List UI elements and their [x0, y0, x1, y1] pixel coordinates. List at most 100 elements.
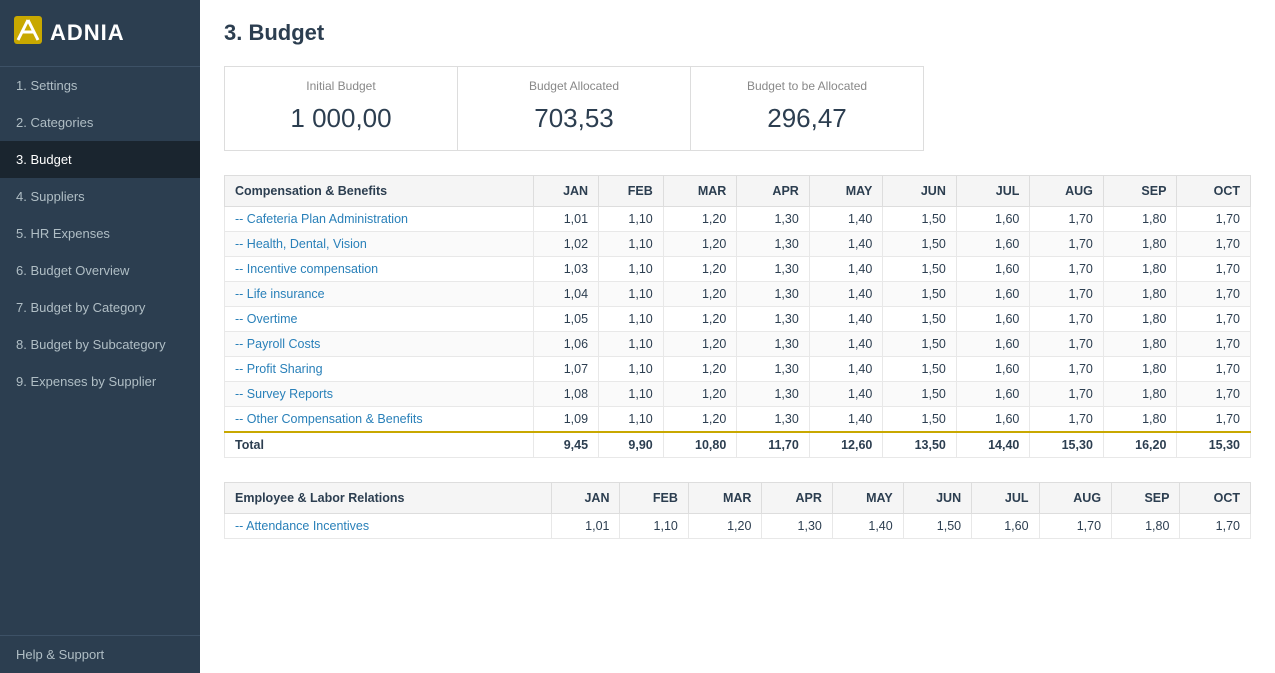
row-value: 1,70 — [1177, 282, 1251, 307]
sidebar-item-settings[interactable]: 1. Settings — [0, 67, 200, 104]
row-label: -- Attendance Incentives — [225, 514, 552, 539]
budget-summary: Initial Budget 1 000,00 Budget Allocated… — [224, 66, 924, 151]
row-value: 1,30 — [737, 207, 810, 232]
row-value: 1,80 — [1103, 407, 1177, 433]
row-value: 1,40 — [809, 307, 883, 332]
row-value: 1,40 — [809, 257, 883, 282]
col-category-2: Employee & Labor Relations — [225, 483, 552, 514]
sidebar-item-categories[interactable]: 2. Categories — [0, 104, 200, 141]
row-value: 1,50 — [903, 514, 971, 539]
row-value: 1,05 — [534, 307, 599, 332]
row-value: 1,70 — [1177, 207, 1251, 232]
row-value: 1,70 — [1030, 407, 1104, 433]
col-jun-2: JUN — [903, 483, 971, 514]
sidebar-item-hr-expenses[interactable]: 5. HR Expenses — [0, 215, 200, 252]
row-value: 1,70 — [1030, 382, 1104, 407]
row-value: 1,20 — [663, 282, 737, 307]
col-aug-2: AUG — [1039, 483, 1112, 514]
row-value: 1,80 — [1103, 307, 1177, 332]
row-value: 1,20 — [688, 514, 762, 539]
row-value: 1,80 — [1103, 382, 1177, 407]
row-value: 1,20 — [663, 332, 737, 357]
row-value: 1,50 — [883, 232, 957, 257]
row-value: 1,09 — [534, 407, 599, 433]
row-value: 1,60 — [956, 307, 1030, 332]
row-value: 1,80 — [1103, 332, 1177, 357]
allocated-budget-label: Budget Allocated — [478, 79, 670, 93]
total-value: 13,50 — [883, 432, 957, 458]
row-value: 1,50 — [883, 207, 957, 232]
col-category-1: Compensation & Benefits — [225, 176, 534, 207]
row-value: 1,70 — [1030, 232, 1104, 257]
compensation-table-wrapper: Compensation & Benefits JAN FEB MAR APR … — [224, 175, 1251, 458]
row-label: -- Survey Reports — [225, 382, 534, 407]
row-value: 1,40 — [832, 514, 903, 539]
row-value: 1,04 — [534, 282, 599, 307]
row-value: 1,70 — [1177, 257, 1251, 282]
col-feb-2: FEB — [620, 483, 688, 514]
row-value: 1,70 — [1177, 307, 1251, 332]
row-value: 1,60 — [956, 232, 1030, 257]
col-oct-2: OCT — [1180, 483, 1251, 514]
page-title: 3. Budget — [224, 20, 1251, 46]
sidebar-item-expenses-by-supplier[interactable]: 9. Expenses by Supplier — [0, 363, 200, 400]
row-value: 1,06 — [534, 332, 599, 357]
total-value: 9,45 — [534, 432, 599, 458]
row-value: 1,10 — [599, 257, 664, 282]
total-value: 9,90 — [599, 432, 664, 458]
col-aug-1: AUG — [1030, 176, 1104, 207]
table-row: -- Incentive compensation1,031,101,201,3… — [225, 257, 1251, 282]
row-label: -- Overtime — [225, 307, 534, 332]
row-value: 1,01 — [534, 207, 599, 232]
initial-budget-card: Initial Budget 1 000,00 — [225, 67, 458, 150]
table-row: -- Profit Sharing1,071,101,201,301,401,5… — [225, 357, 1251, 382]
table-row: -- Health, Dental, Vision1,021,101,201,3… — [225, 232, 1251, 257]
table-row: -- Life insurance1,041,101,201,301,401,5… — [225, 282, 1251, 307]
sidebar-item-budget-by-category[interactable]: 7. Budget by Category — [0, 289, 200, 326]
allocated-budget-value: 703,53 — [478, 103, 670, 134]
table-row: -- Overtime1,051,101,201,301,401,501,601… — [225, 307, 1251, 332]
total-value: 15,30 — [1030, 432, 1104, 458]
row-label: -- Other Compensation & Benefits — [225, 407, 534, 433]
table-row: -- Attendance Incentives1,011,101,201,30… — [225, 514, 1251, 539]
row-value: 1,60 — [956, 207, 1030, 232]
sidebar-item-budget-overview[interactable]: 6. Budget Overview — [0, 252, 200, 289]
row-value: 1,10 — [599, 382, 664, 407]
col-jan-1: JAN — [534, 176, 599, 207]
sidebar-item-help[interactable]: Help & Support — [0, 635, 200, 673]
logo-text: ADNIA — [50, 20, 125, 46]
row-value: 1,40 — [809, 332, 883, 357]
row-value: 1,20 — [663, 307, 737, 332]
row-value: 1,50 — [883, 357, 957, 382]
row-value: 1,50 — [883, 307, 957, 332]
table-row: -- Payroll Costs1,061,101,201,301,401,50… — [225, 332, 1251, 357]
row-value: 1,40 — [809, 382, 883, 407]
row-value: 1,40 — [809, 357, 883, 382]
sidebar-item-suppliers[interactable]: 4. Suppliers — [0, 178, 200, 215]
row-value: 1,50 — [883, 407, 957, 433]
row-value: 1,30 — [737, 382, 810, 407]
total-label: Total — [225, 432, 534, 458]
initial-budget-value: 1 000,00 — [245, 103, 437, 134]
col-jun-1: JUN — [883, 176, 957, 207]
col-feb-1: FEB — [599, 176, 664, 207]
main-content: 3. Budget Initial Budget 1 000,00 Budget… — [200, 0, 1275, 673]
to-be-allocated-label: Budget to be Allocated — [711, 79, 903, 93]
sidebar-item-budget-by-subcategory[interactable]: 8. Budget by Subcategory — [0, 326, 200, 363]
row-value: 1,50 — [883, 257, 957, 282]
total-value: 10,80 — [663, 432, 737, 458]
row-label: -- Cafeteria Plan Administration — [225, 207, 534, 232]
row-value: 1,60 — [956, 382, 1030, 407]
row-value: 1,30 — [762, 514, 832, 539]
col-oct-1: OCT — [1177, 176, 1251, 207]
compensation-table: Compensation & Benefits JAN FEB MAR APR … — [224, 175, 1251, 458]
row-value: 1,70 — [1030, 307, 1104, 332]
labor-table: Employee & Labor Relations JAN FEB MAR A… — [224, 482, 1251, 539]
row-value: 1,01 — [552, 514, 620, 539]
row-value: 1,10 — [620, 514, 688, 539]
row-value: 1,60 — [956, 357, 1030, 382]
row-value: 1,20 — [663, 407, 737, 433]
sidebar-item-budget[interactable]: 3. Budget — [0, 141, 200, 178]
to-be-allocated-value: 296,47 — [711, 103, 903, 134]
col-sep-1: SEP — [1103, 176, 1177, 207]
